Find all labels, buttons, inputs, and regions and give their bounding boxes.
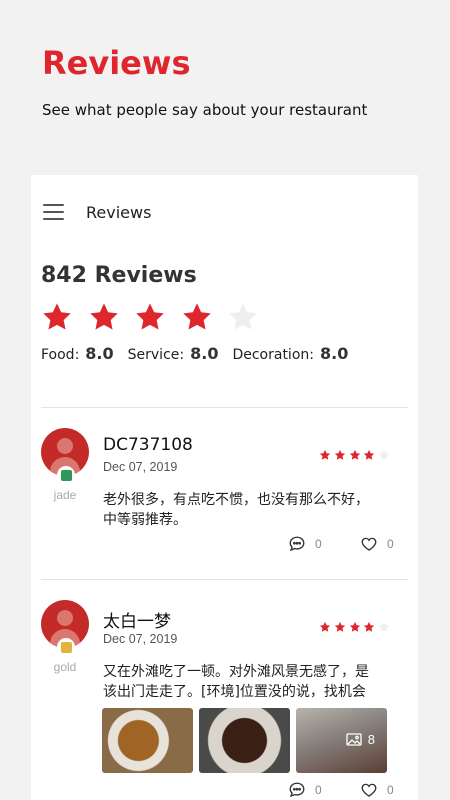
divider <box>41 407 408 408</box>
like-button[interactable]: 0 <box>360 535 394 553</box>
heart-icon <box>361 783 377 797</box>
hero-title: Reviews <box>42 44 191 82</box>
gold-badge-icon <box>60 641 72 653</box>
overall-rating-stars <box>41 301 274 333</box>
topbar: Reviews <box>31 175 418 251</box>
user-level: jade <box>53 488 77 502</box>
review-actions: 0 0 <box>31 781 418 800</box>
review-text: 老外很多，有点吃不惯，也没有那么不好， 中等弱推荐。 <box>103 492 369 528</box>
star-empty-icon <box>379 449 390 460</box>
star-filled-icon <box>364 621 375 632</box>
star-empty-icon <box>379 621 390 632</box>
comment-count: 0 <box>315 783 322 797</box>
comment-icon <box>289 536 305 552</box>
comment-button[interactable]: 0 <box>288 535 322 553</box>
photo-count-overlay: 8 <box>346 732 375 747</box>
star-filled-icon <box>319 621 331 632</box>
star-filled-icon <box>349 621 360 632</box>
star-filled-icon <box>43 303 71 330</box>
decoration-score-value: 8.0 <box>319 344 349 363</box>
image-icon <box>346 733 362 746</box>
divider <box>41 579 408 580</box>
photo-count: 8 <box>367 732 375 747</box>
decoration-score-label: Decoration: <box>232 347 314 363</box>
hamburger-menu-icon[interactable] <box>43 204 64 221</box>
service-score-value: 8.0 <box>190 344 219 363</box>
comment-button[interactable]: 0 <box>288 781 322 799</box>
star-filled-icon <box>334 449 345 460</box>
review-date: Dec 07, 2019 <box>103 632 178 646</box>
topbar-title: Reviews <box>86 203 152 222</box>
like-count: 0 <box>387 783 394 797</box>
level-badge-icon <box>57 466 75 484</box>
review-text: 又在外滩吃了一顿。对外滩风景无感了，是 该出门走走了。[环境]位置没的说，找机会 <box>103 664 369 700</box>
heart-icon <box>361 537 377 551</box>
food-score-value: 8.0 <box>85 344 114 363</box>
comment-icon <box>289 782 305 798</box>
review-item: gold 太白一梦 Dec 07, 2019 又在外滩吃了一顿。对外滩风景无感了… <box>31 600 418 800</box>
review-photos: 8 <box>102 708 393 773</box>
review-count: 842 Reviews <box>41 263 197 288</box>
star-filled-icon <box>136 303 164 330</box>
reviews-card: Reviews 842 Reviews Food: 8.0 Service: 8… <box>31 175 418 800</box>
like-button[interactable]: 0 <box>360 781 394 799</box>
star-empty-icon <box>229 303 257 330</box>
review-item: jade DC737108 Dec 07, 2019 老外很多，有点吃不惯，也没… <box>31 428 418 552</box>
level-badge-icon <box>57 638 75 656</box>
review-actions: 0 0 <box>31 535 418 555</box>
review-rating-stars <box>319 449 393 461</box>
star-filled-icon <box>349 449 360 460</box>
service-score-label: Service: <box>127 347 185 363</box>
review-photo[interactable] <box>199 708 290 773</box>
star-filled-icon <box>319 449 331 460</box>
star-filled-icon <box>182 303 211 330</box>
star-filled-icon <box>89 303 118 330</box>
score-breakdown: Food: 8.0 Service: 8.0 Decoration: 8.0 <box>41 344 362 363</box>
user-level: gold <box>53 660 77 674</box>
username[interactable]: DC737108 <box>103 435 193 455</box>
star-filled-icon <box>334 621 345 632</box>
jade-badge-icon <box>60 469 72 481</box>
hero-subtitle: See what people say about your restauran… <box>42 101 368 119</box>
review-rating-stars <box>319 621 393 633</box>
food-score-label: Food: <box>41 347 80 363</box>
comment-count: 0 <box>315 537 322 551</box>
review-photo[interactable] <box>102 708 193 773</box>
review-date: Dec 07, 2019 <box>103 460 178 474</box>
like-count: 0 <box>387 537 394 551</box>
star-filled-icon <box>364 449 375 460</box>
review-photo[interactable]: 8 <box>296 708 387 773</box>
username[interactable]: 太白一梦 <box>103 607 171 632</box>
